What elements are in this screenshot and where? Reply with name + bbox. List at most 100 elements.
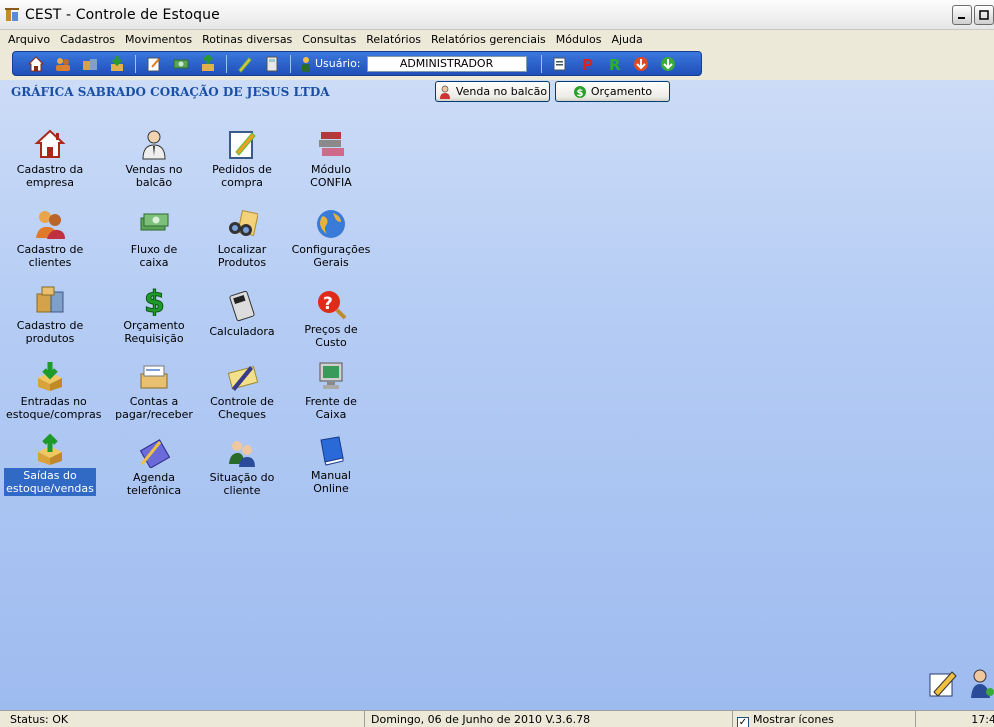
calculator-icon bbox=[226, 290, 258, 322]
user-connect-icon[interactable] bbox=[970, 668, 994, 698]
status-time: 17:49 bbox=[971, 713, 994, 726]
cheque-icon bbox=[226, 360, 259, 392]
notepad-pencil-icon bbox=[226, 128, 258, 160]
shortcut-label: Configurações Gerais bbox=[291, 243, 371, 269]
dollar-icon: $ bbox=[573, 85, 586, 99]
shortcut-entradas-estoque[interactable]: Entradas no estoque/compras bbox=[4, 360, 101, 422]
red-down-arrow-icon[interactable] bbox=[632, 55, 650, 73]
shortcut-controle-cheques[interactable]: Controle de Cheques bbox=[196, 360, 288, 422]
boxes-icon[interactable] bbox=[81, 55, 99, 73]
menu-bar: Arquivo Cadastros Movimentos Rotinas div… bbox=[0, 30, 994, 49]
house-icon bbox=[34, 128, 66, 160]
box-in-icon[interactable] bbox=[108, 55, 126, 73]
status-text: Status: OK bbox=[0, 711, 365, 727]
shortcut-label: Vendas no balcão bbox=[125, 163, 183, 189]
money-icon[interactable] bbox=[172, 55, 190, 73]
menu-rotinas-diversas[interactable]: Rotinas diversas bbox=[197, 30, 297, 49]
print-preview-icon[interactable] bbox=[551, 55, 569, 73]
shortcut-label: Agenda telefônica bbox=[126, 471, 182, 497]
card-file-icon bbox=[138, 360, 170, 392]
menu-arquivo[interactable]: Arquivo bbox=[3, 30, 55, 49]
user-label: Usuário: bbox=[315, 57, 361, 70]
shortcut-contas-pagar-receber[interactable]: Contas a pagar/receber bbox=[108, 360, 200, 422]
menu-movimentos[interactable]: Movimentos bbox=[120, 30, 197, 49]
shortcut-pedidos-compra[interactable]: Pedidos de compra bbox=[196, 128, 288, 190]
shortcut-label: Frente de Caixa bbox=[305, 395, 357, 421]
shortcut-localizar-produtos[interactable]: Localizar Produtos bbox=[196, 208, 288, 270]
title-bar: CEST - Controle de Estoque bbox=[0, 0, 994, 30]
window-title: CEST - Controle de Estoque bbox=[25, 6, 220, 23]
shortcut-cadastro-empresa[interactable]: Cadastro da empresa bbox=[4, 128, 96, 190]
venda-balcao-button[interactable]: Venda no balcão bbox=[435, 81, 550, 102]
shortcut-saidas-estoque[interactable]: Saídas do estoque/vendas bbox=[4, 433, 96, 496]
minimize-icon bbox=[958, 17, 965, 19]
status-date-version: Domingo, 06 de Junho de 2010 V.3.6.78 bbox=[365, 711, 733, 727]
shortcut-label: Manual Online bbox=[311, 469, 351, 495]
shortcut-label: Fluxo de caixa bbox=[130, 243, 178, 269]
menu-relatorios[interactable]: Relatórios bbox=[361, 30, 426, 49]
show-icons-checkbox[interactable]: ✓ Mostrar ícones bbox=[733, 711, 916, 727]
green-down-arrow-icon[interactable] bbox=[659, 55, 677, 73]
status-bar: Status: OK Domingo, 06 de Junho de 2010 … bbox=[0, 710, 994, 727]
menu-modulos[interactable]: Módulos bbox=[551, 30, 607, 49]
shortcut-label: Cadastro da empresa bbox=[16, 163, 84, 189]
money-icon bbox=[138, 208, 170, 240]
shortcut-agenda-telefonica[interactable]: Agenda telefônica bbox=[108, 436, 200, 498]
notepad-pencil-icon[interactable] bbox=[145, 55, 163, 73]
box-out-icon[interactable] bbox=[199, 53, 217, 73]
home-icon[interactable] bbox=[27, 55, 45, 73]
shortcut-vendas-balcao[interactable]: Vendas no balcão bbox=[108, 128, 200, 190]
menu-ajuda[interactable]: Ajuda bbox=[606, 30, 647, 49]
toolbar-separator bbox=[290, 54, 291, 73]
show-icons-label: Mostrar ícones bbox=[753, 713, 834, 726]
shortcut-label: Entradas no estoque/compras bbox=[6, 395, 102, 421]
toolbar-band: Usuário: ADMINISTRADOR P R bbox=[0, 49, 994, 80]
shortcut-label: Cadastro de produtos bbox=[16, 319, 84, 345]
r-report-icon[interactable]: R bbox=[605, 55, 623, 74]
p-report-icon[interactable]: P bbox=[578, 55, 596, 74]
books-icon bbox=[315, 128, 347, 160]
shortcut-label: Localizar Produtos bbox=[217, 243, 267, 269]
shortcut-cadastro-produtos[interactable]: Cadastro de produtos bbox=[4, 284, 96, 346]
shortcut-label: Situação do cliente bbox=[209, 471, 275, 497]
orcamento-label: Orçamento bbox=[590, 85, 653, 98]
minimize-button[interactable] bbox=[952, 5, 972, 25]
shortcut-situacao-cliente[interactable]: Situação do cliente bbox=[196, 436, 288, 498]
agenda-icon bbox=[138, 436, 171, 469]
shortcut-precos-custo[interactable]: ? Preços de Custo bbox=[285, 288, 377, 350]
orcamento-button[interactable]: $ Orçamento bbox=[555, 81, 670, 102]
pen-icon[interactable] bbox=[236, 55, 254, 73]
shortcut-label: Orçamento Requisição bbox=[123, 319, 185, 345]
shortcut-cadastro-clientes[interactable]: Cadastro de clientes bbox=[4, 208, 96, 270]
shortcut-frente-caixa[interactable]: Frente de Caixa bbox=[285, 360, 377, 422]
user-field[interactable]: ADMINISTRADOR bbox=[366, 55, 527, 72]
venda-balcao-label: Venda no balcão bbox=[455, 85, 548, 98]
binoculars-icon bbox=[226, 208, 259, 240]
signature-pen-icon[interactable] bbox=[928, 668, 958, 698]
menu-cadastros[interactable]: Cadastros bbox=[55, 30, 120, 49]
shortcut-orcamento-requisicao[interactable]: $ Orçamento Requisição bbox=[108, 284, 200, 346]
monitor-icon bbox=[315, 360, 347, 392]
toolbar-separator bbox=[226, 54, 227, 73]
box-out-icon bbox=[34, 433, 66, 466]
shortcut-manual-online[interactable]: Manual Online bbox=[285, 434, 377, 496]
maximize-button[interactable] bbox=[974, 5, 994, 25]
checkbox-checked-icon[interactable]: ✓ bbox=[737, 717, 749, 727]
people-icon[interactable] bbox=[54, 55, 72, 73]
shortcut-configuracoes-gerais[interactable]: Configurações Gerais bbox=[285, 208, 377, 270]
maximize-icon bbox=[979, 10, 989, 20]
menu-consultas[interactable]: Consultas bbox=[297, 30, 361, 49]
box-in-icon bbox=[34, 360, 66, 392]
desktop-area: GRÁFICA SABRADO CORAÇÃO DE JESUS LTDA Ve… bbox=[0, 80, 994, 710]
svg-text:$: $ bbox=[144, 285, 165, 316]
boxes-icon bbox=[34, 284, 66, 316]
menu-relatorios-gerenciais[interactable]: Relatórios gerenciais bbox=[426, 30, 551, 49]
svg-text:R: R bbox=[609, 56, 621, 73]
shortcut-modulo-confia[interactable]: Módulo CONFIA bbox=[285, 128, 377, 190]
shortcut-calculadora[interactable]: Calculadora bbox=[196, 290, 288, 339]
shortcut-fluxo-caixa[interactable]: Fluxo de caixa bbox=[108, 208, 200, 270]
calculator-icon[interactable] bbox=[263, 55, 281, 73]
shortcut-label: Cadastro de clientes bbox=[16, 243, 84, 269]
dollar-icon: $ bbox=[138, 284, 170, 321]
shortcut-label: Calculadora bbox=[209, 325, 275, 338]
